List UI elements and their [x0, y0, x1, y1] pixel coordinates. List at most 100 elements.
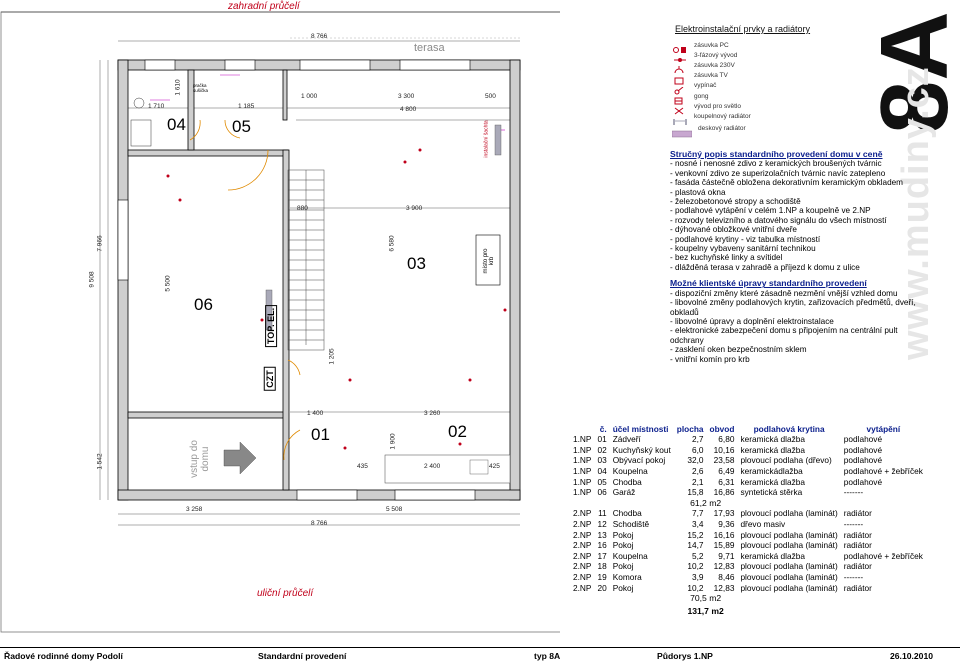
table-cell: 19 — [597, 572, 607, 583]
table-cell: 2.NP — [573, 582, 592, 593]
standard-item: - podlahové vytápění v celém 1.NP a koup… — [670, 206, 871, 216]
table-cell: Koupelna — [612, 550, 648, 561]
table-cell: 01 — [597, 434, 607, 445]
dim-1400: 1 400 — [307, 410, 324, 417]
standard-item: - podlahové krytiny - viz tabulka místno… — [670, 234, 821, 244]
table-cell: 16 — [597, 540, 607, 551]
gong-icon — [672, 92, 688, 105]
three-phase-icon — [672, 51, 688, 63]
table-cell: Chodba — [612, 508, 642, 519]
dim-1000: 1 000 — [301, 93, 318, 100]
room-03-number: 03 — [407, 254, 426, 273]
table-cell: Pokoj — [612, 540, 634, 551]
option-item: - vnitřní komín pro krb — [670, 354, 750, 364]
table-cell: plovoucí podlaha (laminát) — [740, 561, 838, 572]
table-cell: 11 — [598, 508, 607, 519]
room-06-number: 06 — [194, 295, 213, 314]
standard-item: - železobetonové stropy a schodiště — [670, 197, 801, 207]
col-number: č. — [599, 423, 607, 434]
table-cell: 20 — [597, 582, 607, 593]
standard-item: - dlážděná terasa v zahradě a příjezd k … — [670, 262, 860, 272]
table-cell: keramická dlažba — [740, 444, 805, 455]
dim-bottom-total: 8 766 — [311, 520, 328, 527]
table-cell: plovoucí podlaha (laminát) — [740, 540, 838, 551]
table-row: 1.NP 06 Garáž 15,8 16,86 syntetická stěrka ---… — [570, 487, 926, 498]
bathroom-radiator-icon — [672, 112, 688, 126]
table-cell: 16,86 — [713, 487, 735, 498]
standard-item: - fasáda částečně obložena dekorativním … — [670, 178, 903, 188]
room-01-number: 01 — [311, 425, 330, 444]
dim-500: 500 — [485, 93, 496, 100]
option-item: - zasklení oken bezpečnostním sklem — [670, 345, 807, 355]
dim-3258: 3 258 — [186, 506, 203, 513]
table-cell: 1.NP — [573, 455, 592, 466]
legend-item: zásuvka 230V — [672, 60, 852, 74]
dim-880: 880 — [297, 205, 308, 212]
rows-second-floor: 2.NP 11 Chodba 7,7 17,93 plovoucí podlaha (la… — [570, 508, 926, 593]
table-cell: radiátor — [843, 561, 872, 572]
fireplace-label: místo pro krb — [483, 248, 495, 274]
dim-4800: 4 800 — [400, 106, 417, 113]
pc-socket-icon — [672, 41, 688, 54]
option-item: - dispoziční změny které zásadně nezmění… — [670, 288, 898, 298]
table-cell: 6,80 — [718, 434, 735, 445]
table-cell: 7,7 — [692, 508, 704, 519]
table-cell: ------- — [843, 487, 864, 498]
table-row: 1.NP 01 Zádveří 2,7 6,80 keramická dlažba podl… — [570, 434, 926, 445]
czt-label: CZT — [263, 367, 276, 391]
dim-left-total: 9 508 — [88, 271, 96, 288]
table-cell: Chodba — [612, 476, 642, 487]
sum-row-total: 131,7 m2 — [687, 605, 724, 616]
table-cell: 10,2 — [687, 561, 704, 572]
table-cell: 8,46 — [718, 572, 735, 583]
standard-title: Stručný popis standardního provedení dom… — [670, 149, 883, 159]
table-cell: 2,1 — [692, 476, 704, 487]
col-flooring: podlahová krytina — [753, 423, 825, 434]
table-cell: plovoucí podlaha (laminát) — [740, 508, 838, 519]
table-cell: 12,83 — [713, 582, 735, 593]
table-cell: 6,0 — [692, 444, 704, 455]
option-item: - libovolné úpravy a doplnění elektroins… — [670, 316, 834, 326]
table-cell: 1.NP — [573, 487, 592, 498]
table-cell: Obývací pokoj — [612, 455, 666, 466]
table-cell: 05 — [597, 476, 607, 487]
dim-3300: 3 300 — [398, 93, 415, 100]
table-row: 2.NP 20 Pokoj 10,2 12,83 plovoucí podlaha (la… — [570, 582, 926, 593]
option-item: - elektronické zabezpečení domu s připoj… — [670, 326, 898, 345]
tv-socket-icon — [672, 72, 688, 85]
sum-row-2np: 70,5 m2 — [690, 593, 722, 604]
table-cell: radiátor — [843, 529, 872, 540]
table-cell: 2,7 — [692, 434, 704, 445]
room-05-number: 05 — [232, 117, 251, 136]
legend-item: vypínač — [672, 81, 852, 95]
table-cell: 15,2 — [687, 529, 704, 540]
table-cell: keramická dlažba — [740, 434, 805, 445]
table-cell: 15,89 — [713, 540, 735, 551]
table-cell: 9,36 — [718, 519, 735, 530]
table-cell: 10,16 — [713, 444, 735, 455]
table-cell: 15,8 — [687, 487, 704, 498]
table-cell: 2.NP — [573, 540, 592, 551]
dim-top-total: 8 766 — [311, 33, 328, 40]
floor-plan-drawing — [0, 11, 560, 633]
table-cell: 5,2 — [692, 550, 704, 561]
table-row: 2.NP 11 Chodba 7,7 17,93 plovoucí podlaha (la… — [570, 508, 926, 519]
washer-dryer-label: pračka sušička — [193, 83, 209, 93]
table-cell: podlahové + žebříček — [843, 550, 923, 561]
option-item: - libovolné změny podlahových krytin, za… — [670, 298, 916, 317]
sheet-date: 26.10.2010 — [890, 651, 934, 661]
drawing-sheet: zahradní průčelí terasa 8 766 1 710 1 18… — [0, 0, 960, 664]
legend-item: deskový radiátor — [671, 124, 852, 137]
table-cell: 2.NP — [573, 529, 592, 540]
table-cell: Komora — [612, 572, 642, 583]
dim-w04: 1 710 — [148, 103, 165, 110]
standard-item: - plastová okna — [670, 187, 726, 197]
table-cell: 13 — [597, 529, 607, 540]
table-cell: radiátor — [843, 582, 872, 593]
table-cell: ------- — [843, 572, 864, 583]
legend-item: gong — [672, 91, 852, 105]
standard-item: - nosné i nenosné zdivo z keramických br… — [670, 159, 882, 169]
switch-icon — [672, 82, 688, 95]
table-cell: 3,4 — [692, 519, 704, 530]
table-cell: Garáž — [612, 487, 636, 498]
